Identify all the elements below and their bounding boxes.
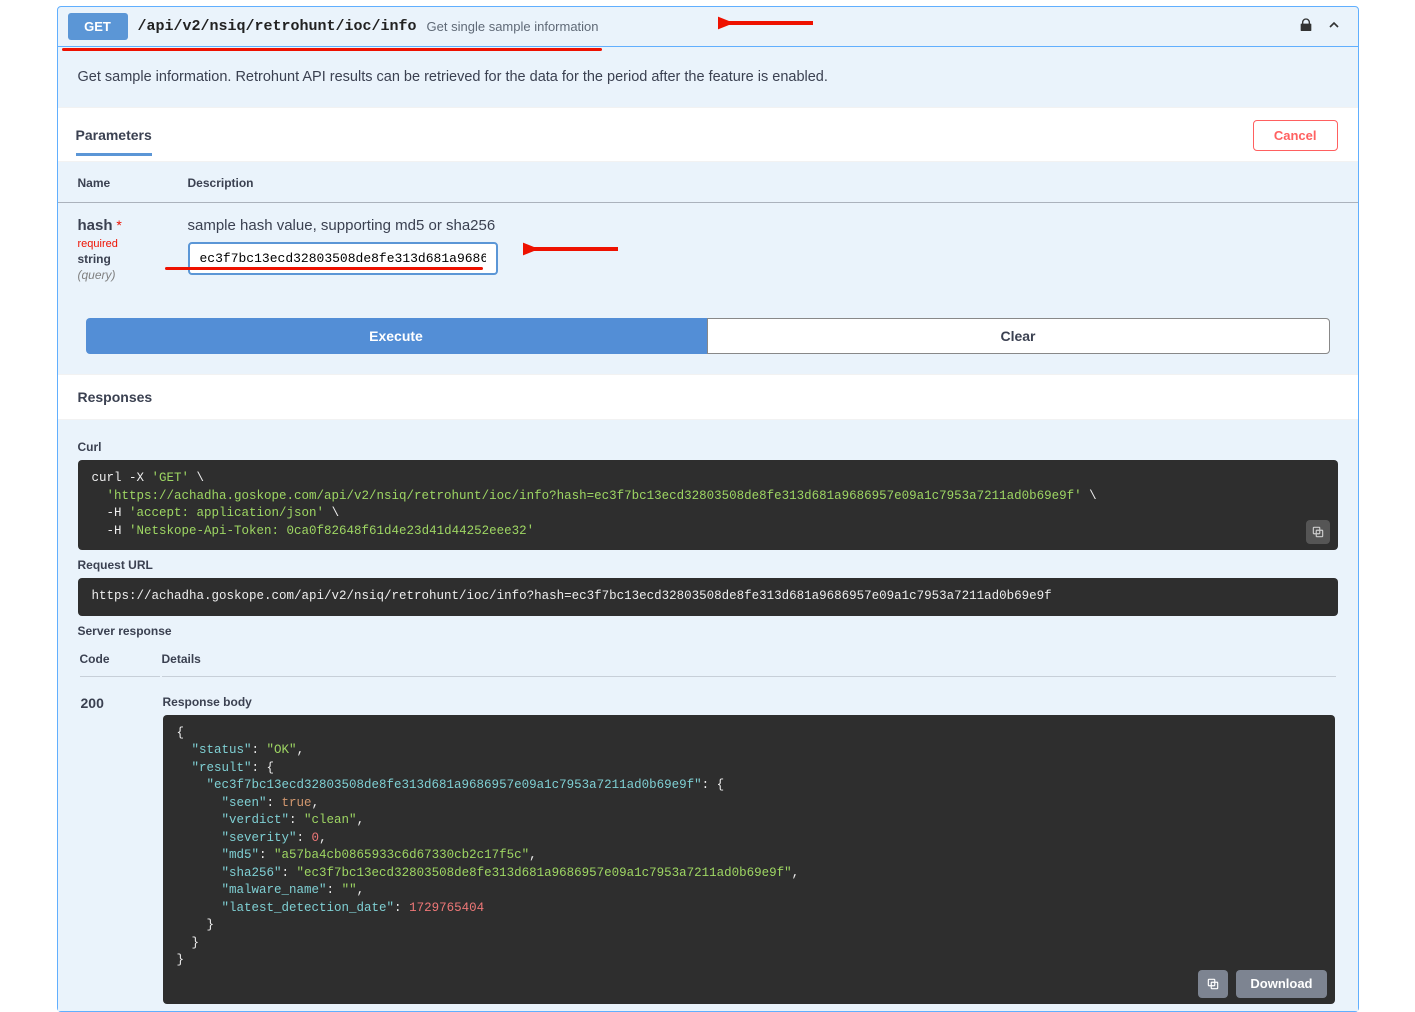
param-name: hash xyxy=(78,217,113,234)
responses-heading: Responses xyxy=(58,374,1358,420)
param-type: string xyxy=(78,252,148,266)
annotation-underline-2 xyxy=(165,267,483,270)
parameters-table: Name Description hash * required string … xyxy=(58,162,1358,302)
request-url-label: Request URL xyxy=(78,558,1338,572)
param-location: (query) xyxy=(78,268,116,282)
parameter-row-hash: hash * required string (query) sample ha… xyxy=(58,203,1358,303)
endpoint-path: /api/v2/nsiq/retrohunt/ioc/info xyxy=(138,18,417,35)
column-header-code: Code xyxy=(80,646,160,677)
response-actions: Download xyxy=(1198,970,1326,998)
response-row-200: 200 Response body { "status": "OK", "res… xyxy=(80,679,1336,1005)
tab-parameters-label: Parameters xyxy=(76,127,152,143)
curl-line: curl -X 'GET' \ 'https://achadha.goskope… xyxy=(92,471,1097,538)
operation-description: Get sample information. Retrohunt API re… xyxy=(58,47,1358,107)
endpoint-summary: Get single sample information xyxy=(427,19,1286,34)
curl-codebox: curl -X 'GET' \ 'https://achadha.goskope… xyxy=(78,460,1338,550)
cancel-button[interactable]: Cancel xyxy=(1253,120,1338,151)
api-operation-block: GET /api/v2/nsiq/retrohunt/ioc/info Get … xyxy=(57,6,1359,1012)
copy-icon[interactable] xyxy=(1306,520,1330,544)
parameters-tab-row: Parameters Cancel xyxy=(58,107,1358,162)
annotation-arrow-2 xyxy=(523,237,623,261)
column-header-name: Name xyxy=(58,162,168,203)
response-table: Code Details 200 Response body { "status… xyxy=(78,644,1338,1007)
param-description: sample hash value, supporting md5 or sha… xyxy=(188,217,1338,234)
clear-button[interactable]: Clear xyxy=(707,318,1330,354)
response-body-label: Response body xyxy=(163,695,1335,709)
required-label: required xyxy=(78,238,118,250)
copy-response-icon[interactable] xyxy=(1198,970,1228,998)
lock-icon[interactable] xyxy=(1298,17,1314,36)
execute-button[interactable]: Execute xyxy=(86,318,707,354)
response-body-codebox: { "status": "OK", "result": { "ec3f7bc13… xyxy=(163,715,1335,1004)
hash-input[interactable] xyxy=(188,242,498,275)
column-header-description: Description xyxy=(168,162,1358,203)
download-button[interactable]: Download xyxy=(1236,970,1326,998)
server-response-label: Server response xyxy=(78,624,1338,638)
curl-label: Curl xyxy=(78,440,1338,454)
request-url-codebox: https://achadha.goskope.com/api/v2/nsiq/… xyxy=(78,578,1338,616)
operation-header[interactable]: GET /api/v2/nsiq/retrohunt/ioc/info Get … xyxy=(58,7,1358,47)
response-code: 200 xyxy=(80,679,160,1005)
tab-parameters[interactable]: Parameters xyxy=(76,127,152,156)
action-button-row: Execute Clear xyxy=(58,302,1358,374)
required-star: * xyxy=(116,217,121,233)
curl-section: Curl curl -X 'GET' \ 'https://achadha.go… xyxy=(58,420,1358,1011)
annotation-underline-1 xyxy=(62,48,602,51)
chevron-up-icon[interactable] xyxy=(1326,17,1342,36)
http-method-badge: GET xyxy=(68,13,128,40)
request-url-text: https://achadha.goskope.com/api/v2/nsiq/… xyxy=(92,589,1052,603)
column-header-details: Details xyxy=(162,646,1336,677)
